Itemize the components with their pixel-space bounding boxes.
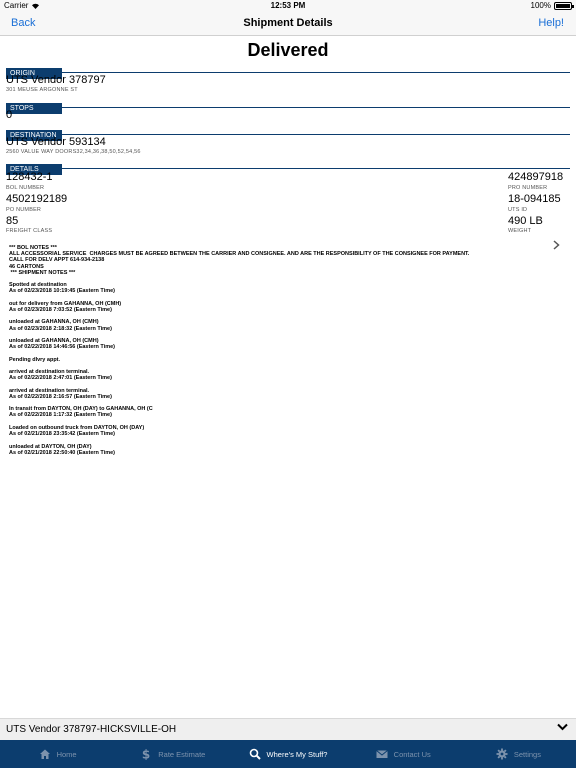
tab-contact-us[interactable]: Contact Us	[346, 740, 461, 768]
vendor-picker[interactable]: UTS Vendor 378797-HICKSVILLE-OH	[0, 718, 576, 740]
clock: 12:53 PM	[270, 1, 306, 10]
tab-home[interactable]: Home	[0, 740, 115, 768]
dollar-icon: $	[140, 748, 152, 760]
weight-label: WEIGHT	[508, 228, 532, 234]
stops-header-label: STOPS	[6, 103, 62, 114]
origin-name: UTS Vendor 378797	[6, 74, 106, 86]
search-icon	[249, 748, 261, 760]
battery-percent: 100%	[530, 1, 551, 10]
stops-value: 0	[6, 109, 13, 121]
home-icon	[39, 748, 51, 760]
mail-icon	[375, 748, 388, 760]
status-bar: Carrier 12:53 PM 100%	[0, 0, 576, 12]
destination-name: UTS Vendor 593134	[6, 136, 106, 148]
destination-header: DESTINATION	[6, 124, 570, 141]
navigation-bar: Back Shipment Details Help!	[0, 12, 576, 36]
tab-wheres-my-stuff-label: Where's My Stuff?	[266, 749, 328, 759]
freight-class-label: FREIGHT CLASS	[6, 228, 53, 234]
chevron-right-icon[interactable]	[553, 240, 560, 250]
tab-settings[interactable]: Settings	[461, 740, 576, 768]
battery-icon	[554, 1, 574, 10]
tab-rate-estimate-label: Rate Estimate	[158, 749, 206, 759]
origin-address: 301 MEUSE ARGONNE ST	[6, 87, 78, 93]
pro-number-label: PRO NUMBER	[508, 185, 548, 191]
shipment-notes: *** BOL NOTES *** ALL ACCESSORIAL SERVIC…	[9, 245, 470, 456]
page-title: Shipment Details	[243, 17, 333, 29]
tab-settings-label: Settings	[513, 749, 541, 759]
battery-indicator: 100%	[530, 1, 574, 10]
po-number-value: 4502192189	[6, 193, 68, 205]
details-header: DETAILS	[6, 158, 570, 175]
uts-id-value: 18-094185	[508, 193, 561, 205]
tab-home-label: Home	[56, 749, 77, 759]
help-button[interactable]: Help!	[538, 17, 564, 29]
tab-rate-estimate[interactable]: $ Rate Estimate	[115, 740, 230, 768]
tab-contact-us-label: Contact Us	[393, 749, 431, 759]
svg-text:$: $	[142, 748, 150, 760]
po-number-label: PO NUMBER	[6, 207, 42, 213]
bol-number-value: 128432-1	[6, 171, 53, 183]
vendor-picker-value: UTS Vendor 378797-HICKSVILLE-OH	[6, 724, 177, 735]
uts-id-label: UTS ID	[508, 207, 528, 213]
pro-number-value: 424897918	[508, 171, 564, 183]
chevron-down-icon[interactable]	[557, 723, 568, 731]
origin-header: ORIGIN	[6, 62, 570, 79]
destination-address: 2560 VALUE WAY DOORS32,34,36,38,50,52,54…	[6, 149, 141, 155]
tab-bar: Home $ Rate Estimate Where's My Stuff? C…	[0, 740, 576, 768]
gear-icon	[496, 748, 508, 760]
bol-number-label: BOL NUMBER	[6, 185, 45, 191]
shipment-status: Delivered	[247, 40, 329, 60]
freight-class-value: 85	[6, 215, 19, 227]
stops-header: STOPS	[6, 97, 570, 114]
tab-wheres-my-stuff[interactable]: Where's My Stuff?	[230, 740, 345, 768]
weight-value: 490 LB	[508, 215, 543, 227]
